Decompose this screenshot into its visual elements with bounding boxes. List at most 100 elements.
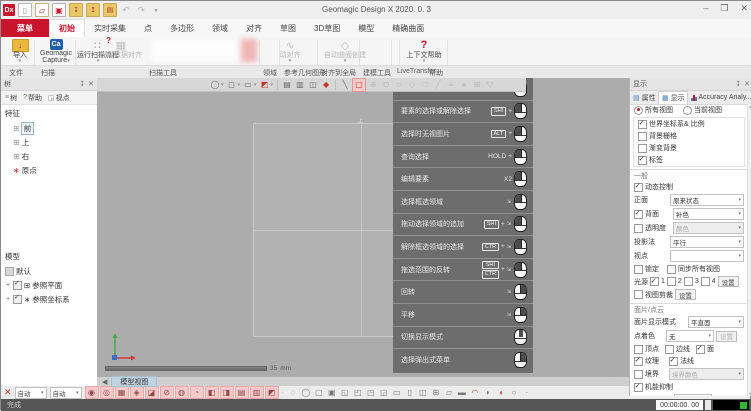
toolbar-overflow-dot[interactable]: · (282, 389, 284, 396)
geomagic-capture-button[interactable]: Ca Geomagic Capture▾ (37, 38, 75, 64)
freeline-select-tool[interactable]: ╱ (432, 79, 444, 91)
tab-polygons[interactable]: 多边形 (161, 19, 203, 37)
radio-current-view[interactable] (683, 106, 692, 115)
tree-item-ref-coordinates[interactable]: +∗参照坐标系 (1, 292, 97, 306)
expand-icon[interactable]: + (5, 282, 11, 289)
tab-alignment[interactable]: 对齐 (237, 19, 271, 37)
tab-tree[interactable]: ≡树 (3, 93, 19, 103)
view-cube-tool[interactable]: ◻ (226, 79, 238, 91)
user-view-tool-2[interactable]: ◖ (495, 387, 507, 398)
tab-sketch[interactable]: 草图 (271, 19, 305, 37)
view-plane-tool[interactable]: ▭ (242, 79, 254, 91)
front-face-select[interactable]: 原来状态▾ (670, 194, 744, 206)
checkbox-performance[interactable] (634, 383, 643, 392)
grid-select-tool[interactable]: ⊞ (471, 79, 483, 91)
zoom-tool-2[interactable]: ◯ (300, 387, 312, 398)
paint-tool[interactable]: ◆ (320, 79, 332, 91)
view-mode-tool-5[interactable]: ◪ (145, 386, 159, 399)
view-mode-tool-13[interactable]: ◩ (265, 386, 279, 399)
tree-item-ref-planes[interactable]: +⊞参照平面 (1, 278, 97, 292)
zoom-tool-11[interactable]: ◫ (417, 387, 429, 398)
zoom-tool-9[interactable]: ▭ (391, 387, 403, 398)
auto-select-2[interactable]: 自动▾ (50, 387, 82, 399)
tab-properties[interactable]: ▤属性 (630, 91, 658, 104)
tab-scroll-left-icon[interactable]: ◀ (102, 378, 107, 386)
tab-viewpoint[interactable]: ◲视点 (46, 93, 72, 103)
checkbox-gradient-bg[interactable] (638, 144, 647, 153)
checkbox-labels[interactable] (638, 156, 647, 165)
point-size-select[interactable]: 2▾ (674, 394, 712, 396)
checkbox-normal[interactable] (669, 357, 678, 366)
checkbox-lock[interactable] (634, 265, 643, 274)
overflow-dot-2[interactable]: · (521, 387, 533, 398)
panel-scrollbar[interactable]: ▲ ▼ (747, 104, 751, 396)
checkbox-texture[interactable] (634, 357, 643, 366)
viewport[interactable]: 上 右 前 35mm ▷ ✕ ◆ ▼ ◀ 模型视图 (97, 78, 629, 386)
checkbox-light-2[interactable] (667, 277, 676, 286)
tab-accuracy-analyzer[interactable]: Accuracy Analy... (688, 91, 751, 104)
mesh-display-mode-select[interactable]: 平直面▾ (688, 316, 744, 328)
checkbox-transparency[interactable] (634, 224, 643, 233)
checkbox-light-4[interactable] (701, 277, 710, 286)
film-tool[interactable]: ▬ (456, 387, 468, 398)
view-mode-tool-2[interactable]: ◎ (100, 386, 114, 399)
close-panel-icon[interactable]: ✕ (88, 80, 94, 88)
close-panel-icon[interactable]: ✕ (744, 80, 750, 88)
zoom-tool-6[interactable]: ◰ (352, 387, 364, 398)
checkbox-boundary[interactable] (634, 370, 643, 379)
light-settings-button[interactable]: 设置 (718, 276, 739, 287)
tab-region[interactable]: 领域 (203, 19, 237, 37)
target-tool[interactable]: ⊙ (380, 79, 392, 91)
projection-select[interactable]: 平行▾ (670, 236, 744, 248)
tree-item-right-plane[interactable]: ⊞右 (1, 149, 97, 163)
radio-all-views[interactable] (634, 106, 643, 115)
tab-display[interactable]: ▦显示 (658, 91, 688, 104)
tab-help[interactable]: ?帮助 (21, 93, 44, 103)
clip-settings-button[interactable]: 设置 (675, 289, 696, 300)
view-mode-tool-3[interactable]: ▦ (115, 386, 129, 399)
view-redcube-tool[interactable]: ◩ (259, 79, 271, 91)
tab-home[interactable]: 初始 (49, 19, 85, 37)
checkbox-edge[interactable] (665, 345, 674, 354)
add-select-tool[interactable]: ⊕ (367, 79, 379, 91)
curve-tool[interactable]: ◠ (469, 387, 481, 398)
line-tool[interactable]: ╲ (339, 79, 351, 91)
minimize-button[interactable]: – (703, 3, 708, 14)
brush-select-tool[interactable]: ∗ (458, 79, 470, 91)
tree-item-default[interactable]: 默认 (1, 264, 97, 278)
context-help-button[interactable]: ? 上下文帮助▾ (403, 38, 445, 64)
checkbox-bg-grid[interactable] (638, 132, 647, 141)
view-mode-tool-6[interactable]: ⊘ (160, 386, 174, 399)
zoom-tool-3[interactable]: ▢ (313, 387, 325, 398)
viewpoint-select[interactable]: ▾ (670, 250, 744, 262)
list-tool[interactable]: ≡ (445, 79, 457, 91)
checkbox-light-3[interactable] (684, 277, 693, 286)
checkbox-back-face[interactable] (634, 210, 643, 219)
zoom-tool-12[interactable]: ⊞ (430, 387, 442, 398)
tab-exact-surface[interactable]: 精确曲面 (383, 19, 433, 37)
view-mode-tool-4[interactable]: ◈ (130, 386, 144, 399)
stamp-tool-1[interactable]: ▤ (281, 79, 293, 91)
zoom-tool-10[interactable]: ▯ (404, 387, 416, 398)
view-mode-tool-7[interactable]: ◍ (175, 386, 189, 399)
pin-icon[interactable]: ↧ (79, 80, 85, 88)
expand-icon[interactable]: + (5, 296, 11, 303)
tab-3d-sketch[interactable]: 3D草图 (305, 19, 349, 37)
view-mode-tool-12[interactable]: ▥ (250, 386, 264, 399)
point-color-select[interactable]: 无▾ (666, 330, 714, 342)
zoom-tool-8[interactable]: ◲ (378, 387, 390, 398)
view-mode-tool-8[interactable]: ◔ (190, 386, 204, 399)
zoom-tool-5[interactable]: ◱ (339, 387, 351, 398)
view-mode-tool-1[interactable]: ◉ (85, 386, 99, 399)
stamp-tool-2[interactable]: ▥ (294, 79, 306, 91)
user-view-tool-1[interactable]: ◗ (482, 387, 494, 398)
checkbox-view-clip[interactable] (634, 290, 643, 299)
view-mode-tool-10[interactable]: ◨ (220, 386, 234, 399)
view-sphere-tool[interactable]: ◯ (209, 79, 221, 91)
zoom-tool-1[interactable]: ◌ (287, 387, 299, 398)
zoom-tool-13[interactable]: ▱ (443, 387, 455, 398)
visibility-checkbox[interactable] (13, 295, 22, 304)
checkbox-vertex[interactable] (634, 345, 643, 354)
view-mode-tool-9[interactable]: ◧ (205, 386, 219, 399)
checkbox-light-1[interactable] (650, 277, 659, 286)
